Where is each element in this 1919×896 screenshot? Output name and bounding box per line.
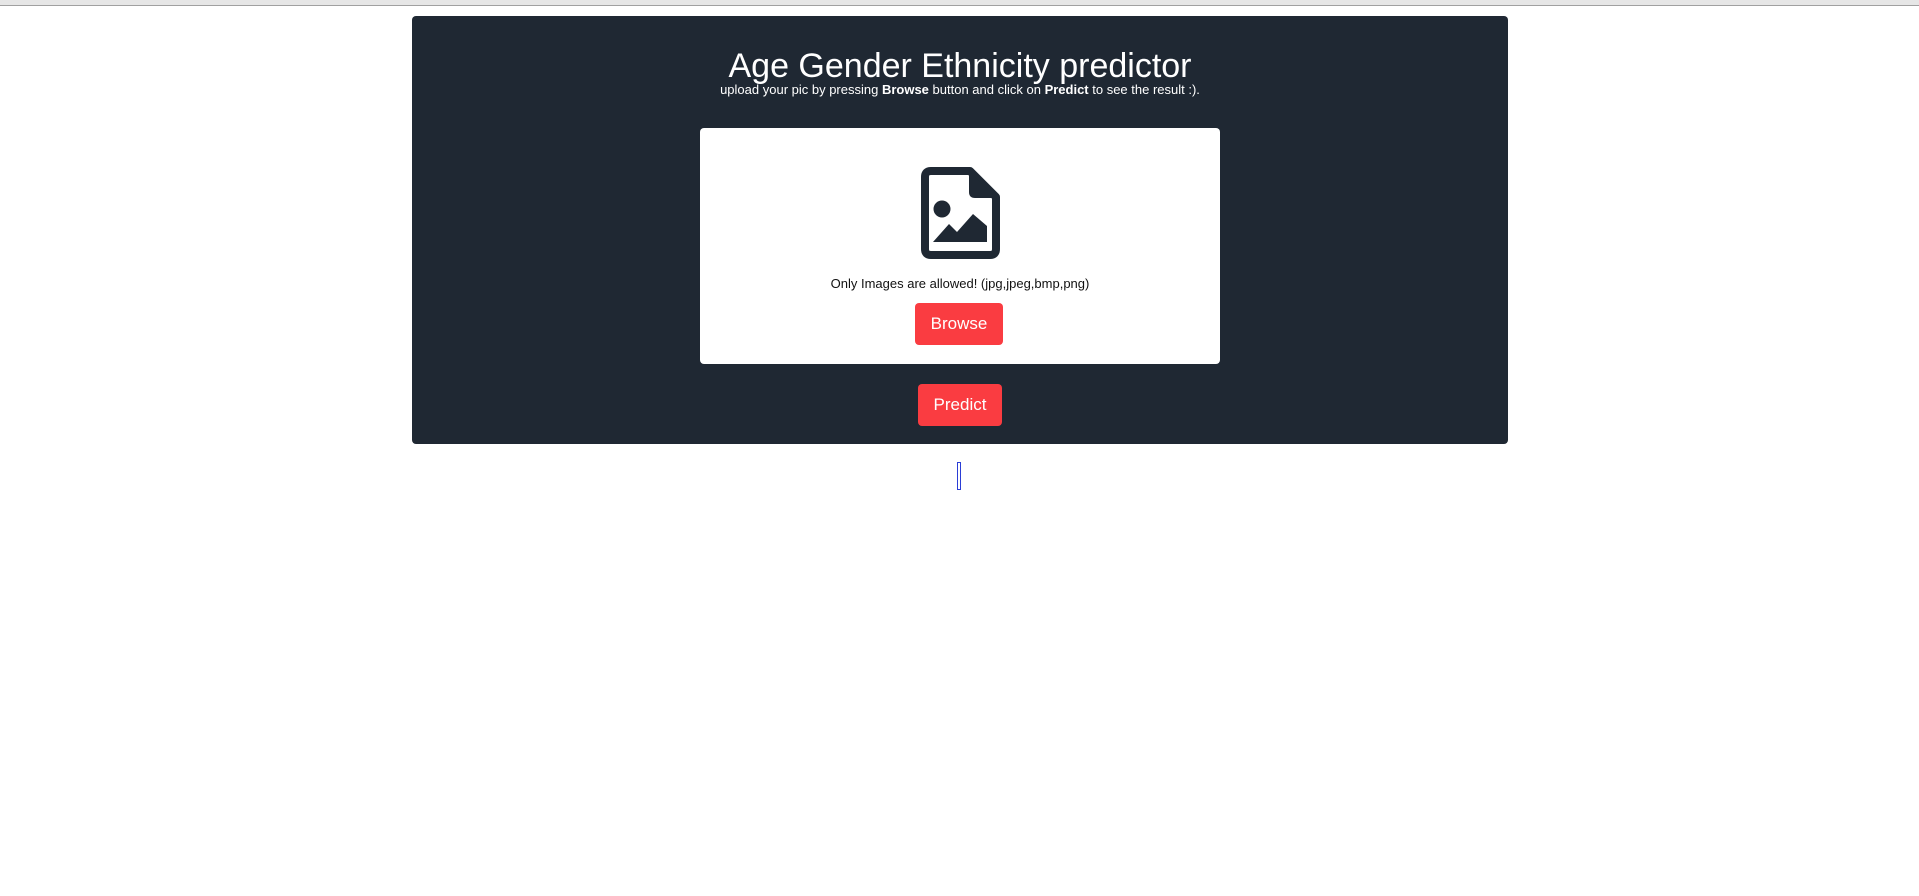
upload-dropzone[interactable]: Only Images are allowed! (jpg,jpeg,bmp,p…: [700, 128, 1220, 364]
allowed-formats-text: Only Images are allowed! (jpg,jpeg,bmp,p…: [830, 276, 1090, 291]
result-output: [957, 462, 961, 490]
instructions-predict-keyword: Predict: [1044, 82, 1089, 97]
file-image-icon: [921, 167, 1000, 259]
page-title: Age Gender Ethnicity predictor: [728, 47, 1192, 85]
instructions-part-2: button and click on: [928, 82, 1045, 97]
instructions-text: upload your pic by pressing Browse butto…: [412, 82, 1508, 98]
instructions-part-1: upload your pic by pressing: [720, 82, 882, 97]
browse-button[interactable]: Browse: [915, 303, 1003, 345]
instructions-part-3: to see the result :).: [1088, 82, 1200, 97]
instructions-browse-keyword: Browse: [881, 82, 929, 97]
predict-button[interactable]: Predict: [918, 384, 1002, 426]
predictor-panel: Age Gender Ethnicity predictor upload yo…: [412, 16, 1508, 444]
browser-top-border: [0, 0, 1919, 6]
